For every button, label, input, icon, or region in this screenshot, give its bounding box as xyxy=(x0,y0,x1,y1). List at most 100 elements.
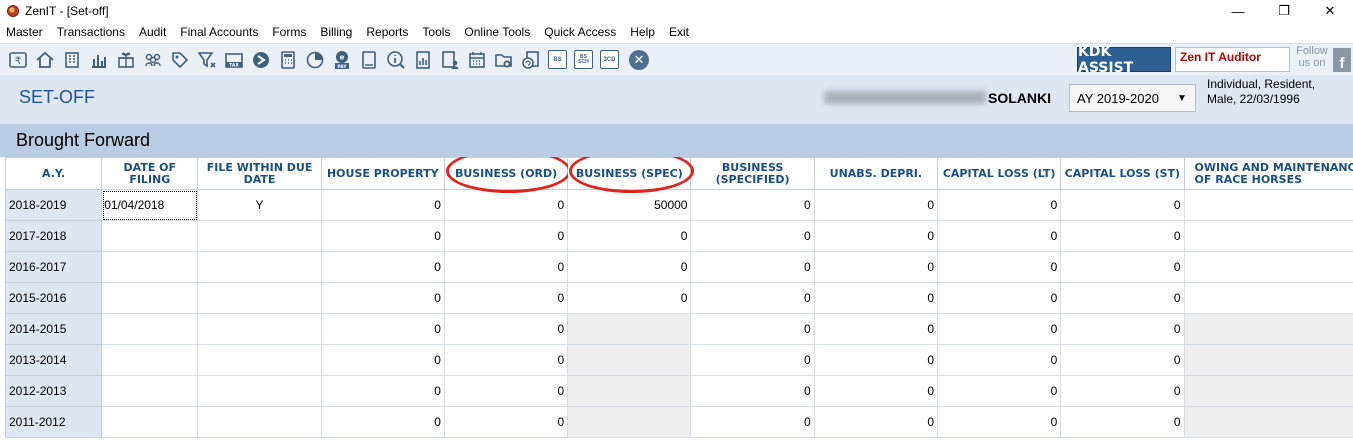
menu-online-tools[interactable]: Online Tools xyxy=(464,25,530,39)
capital-loss-lt-cell[interactable]: 0 xyxy=(936,375,1062,407)
col-header-date-of-filing[interactable]: DATE OF FILING xyxy=(101,157,199,190)
business-spec-cell[interactable]: 0 xyxy=(567,251,692,283)
date-of-filing-cell[interactable] xyxy=(101,344,199,376)
business-ord-cell[interactable]: 0 xyxy=(443,344,569,376)
business-ord-cell[interactable]: 0 xyxy=(443,313,569,345)
gift-icon[interactable] xyxy=(116,50,136,70)
business-spec-cell[interactable]: 0 xyxy=(567,282,692,314)
capital-loss-st-cell[interactable]: 0 xyxy=(1060,189,1185,221)
menu-exit[interactable]: Exit xyxy=(669,25,689,39)
unabs-depri-cell[interactable]: 0 xyxy=(813,220,939,252)
form-3cd-icon[interactable]: 3CD xyxy=(600,50,619,69)
business-spec-cell[interactable] xyxy=(567,313,692,345)
house-property-cell[interactable]: 0 xyxy=(320,344,445,376)
balance-sheet-schedule-icon[interactable]: BS SCH xyxy=(574,50,593,69)
race-horses-cell[interactable] xyxy=(1183,344,1353,376)
tablet-icon[interactable] xyxy=(359,50,379,70)
capital-loss-st-cell[interactable]: 0 xyxy=(1060,375,1185,407)
unabs-depri-cell[interactable]: 0 xyxy=(813,375,939,407)
business-spec-cell[interactable] xyxy=(567,406,692,438)
capital-loss-lt-cell[interactable]: 0 xyxy=(936,406,1062,438)
col-header-file-within-due-date[interactable]: FILE WITHIN DUE DATE xyxy=(197,157,322,190)
capital-loss-lt-cell[interactable]: 0 xyxy=(936,313,1062,345)
menu-master[interactable]: Master xyxy=(6,25,43,39)
file-within-due-date-cell[interactable] xyxy=(197,406,322,438)
kdk-assist-button[interactable]: KDK ASSIST xyxy=(1077,44,1171,76)
capital-loss-st-cell[interactable]: 0 xyxy=(1060,344,1185,376)
business-specified-cell[interactable]: 0 xyxy=(690,220,815,252)
business-ord-cell[interactable]: 0 xyxy=(443,189,569,221)
business-spec-cell[interactable]: 0 xyxy=(567,220,692,252)
capital-loss-lt-cell[interactable]: 0 xyxy=(936,282,1062,314)
race-horses-cell[interactable] xyxy=(1183,406,1353,438)
house-property-cell[interactable]: 0 xyxy=(320,220,445,252)
business-spec-cell[interactable]: 50000 xyxy=(567,189,692,221)
unabs-depri-cell[interactable]: 0 xyxy=(813,406,939,438)
date-of-filing-cell[interactable] xyxy=(101,220,199,252)
col-header-unabs-depri[interactable]: UNABS. DEPRI. xyxy=(813,157,939,190)
house-property-cell[interactable]: 0 xyxy=(320,406,445,438)
col-header-business-ord[interactable]: BUSINESS (ORD) xyxy=(443,157,572,193)
arrow-icon[interactable] xyxy=(251,50,271,70)
file-within-due-date-cell[interactable] xyxy=(197,313,322,345)
business-ord-cell[interactable]: 0 xyxy=(443,251,569,283)
race-horses-cell[interactable] xyxy=(1183,375,1353,407)
tax-icon[interactable]: TAX xyxy=(224,50,244,70)
balance-sheet-icon[interactable]: BS xyxy=(548,50,567,69)
users-icon[interactable] xyxy=(143,50,163,70)
house-property-cell[interactable]: 0 xyxy=(320,189,445,221)
unabs-depri-cell[interactable]: 0 xyxy=(813,344,939,376)
facebook-icon[interactable]: f xyxy=(1333,48,1351,72)
file-within-due-date-cell[interactable]: Y xyxy=(197,189,322,221)
col-header-business-spec[interactable]: BUSINESS (SPEC) xyxy=(567,157,695,193)
date-of-filing-cell[interactable] xyxy=(101,375,199,407)
file-within-due-date-cell[interactable] xyxy=(197,220,322,252)
minimize-button[interactable]: — xyxy=(1215,0,1261,22)
date-of-filing-cell[interactable] xyxy=(101,282,199,314)
business-specified-cell[interactable]: 0 xyxy=(690,313,815,345)
house-property-cell[interactable]: 0 xyxy=(320,282,445,314)
menu-forms[interactable]: Forms xyxy=(272,25,306,39)
menu-audit[interactable]: Audit xyxy=(139,25,166,39)
pie-chart-icon[interactable] xyxy=(305,50,325,70)
capital-loss-st-cell[interactable]: 0 xyxy=(1060,251,1185,283)
folder-add-icon[interactable] xyxy=(494,50,514,70)
col-header-capital-loss-lt[interactable]: CAPITAL LOSS (LT) xyxy=(936,157,1062,190)
menu-billing[interactable]: Billing xyxy=(320,25,352,39)
info-icon[interactable] xyxy=(386,50,406,70)
calculator-icon[interactable] xyxy=(278,50,298,70)
col-header-house-property[interactable]: HOUSE PROPERTY xyxy=(320,157,445,190)
race-horses-cell[interactable] xyxy=(1183,282,1353,314)
capital-loss-lt-cell[interactable]: 0 xyxy=(936,251,1062,283)
business-specified-cell[interactable]: 0 xyxy=(690,344,815,376)
refresh-doc-icon[interactable] xyxy=(521,50,541,70)
capital-loss-st-cell[interactable]: 0 xyxy=(1060,220,1185,252)
race-horses-cell[interactable] xyxy=(1183,313,1353,345)
building-icon[interactable] xyxy=(62,50,82,70)
house-property-cell[interactable]: 0 xyxy=(320,375,445,407)
filter-icon[interactable] xyxy=(197,50,217,70)
rupee-icon[interactable]: ₹ xyxy=(8,50,28,70)
house-property-cell[interactable]: 0 xyxy=(320,251,445,283)
report-icon[interactable] xyxy=(413,50,433,70)
date-of-filing-cell[interactable] xyxy=(101,406,199,438)
menu-help[interactable]: Help xyxy=(630,25,655,39)
menu-transactions[interactable]: Transactions xyxy=(57,25,125,39)
pay-icon[interactable]: e PAY xyxy=(332,50,352,70)
business-ord-cell[interactable]: 0 xyxy=(443,406,569,438)
zen-it-auditor-button[interactable]: Zen IT Auditor xyxy=(1175,47,1290,72)
business-specified-cell[interactable]: 0 xyxy=(690,189,815,221)
menu-tools[interactable]: Tools xyxy=(422,25,450,39)
capital-loss-st-cell[interactable]: 0 xyxy=(1060,313,1185,345)
business-specified-cell[interactable]: 0 xyxy=(690,251,815,283)
assessment-year-select[interactable]: AY 2019-2020 ▼ xyxy=(1069,84,1196,112)
close-form-icon[interactable]: ✕ xyxy=(629,49,649,70)
file-within-due-date-cell[interactable] xyxy=(197,344,322,376)
chevron-down-icon[interactable]: ▼ xyxy=(1173,89,1191,107)
capital-loss-st-cell[interactable]: 0 xyxy=(1060,282,1185,314)
col-header-race-horses[interactable]: OWING AND MAINTENANCE OF RACE HORSES xyxy=(1183,157,1353,190)
business-ord-cell[interactable]: 0 xyxy=(443,282,569,314)
business-spec-cell[interactable] xyxy=(567,375,692,407)
col-header-business-specified[interactable]: BUSINESS (SPECIFIED) xyxy=(690,157,815,190)
business-specified-cell[interactable]: 0 xyxy=(690,282,815,314)
